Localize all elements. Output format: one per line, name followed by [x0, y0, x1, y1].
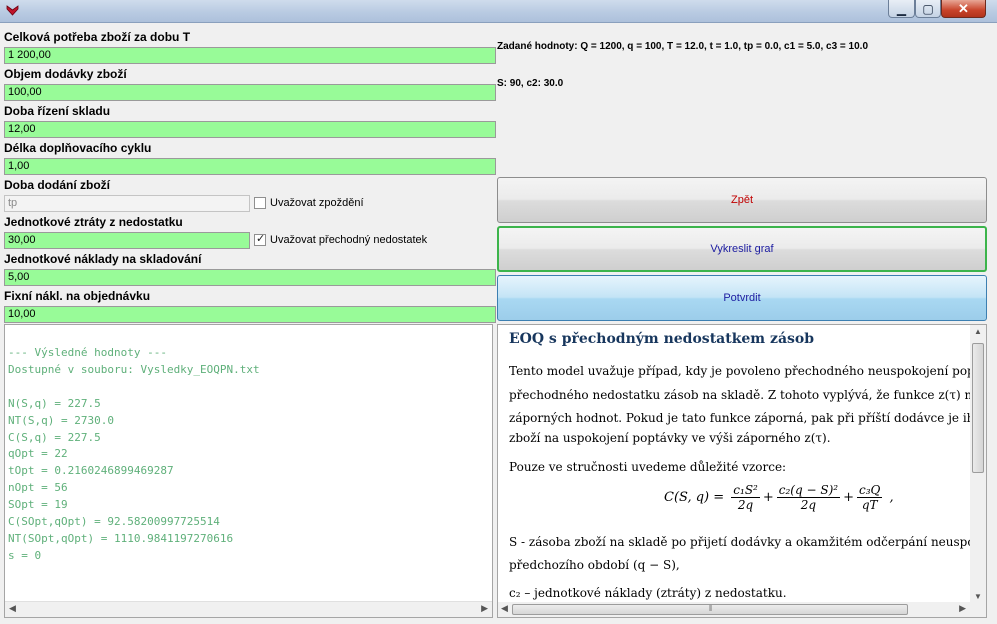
cost-formula: C(S, q) = c₁S² 2q + c₂(q − S)² 2q + c₃Q qT ,	[664, 483, 894, 512]
app-icon	[6, 5, 19, 16]
cycle-length-value: 1,00	[8, 160, 30, 172]
formula-term3-num: c₃Q	[856, 483, 883, 498]
description-p2: Pouze ve stručnosti uvedeme důležité vzo…	[509, 460, 787, 474]
delivery-volume-value: 100,00	[8, 86, 42, 98]
delay-checkbox[interactable]	[254, 197, 266, 209]
lead-time-value: tp	[8, 197, 18, 209]
label-order-cost: Fixní nákl. na objednávku	[4, 289, 151, 303]
order-cost-field[interactable]: 10,00	[4, 306, 496, 323]
delivery-volume-field[interactable]: 100,00	[4, 84, 496, 101]
maximize-icon: ▢	[922, 2, 934, 16]
label-shortage-cost: Jednotkové ztráty z nedostatku	[4, 215, 183, 229]
description-p1-line4: zboží na uspokojení poptávky ve výši záp…	[509, 431, 831, 445]
temporary-shortage-checkbox[interactable]: ✓	[254, 233, 266, 246]
close-icon: ✕	[958, 1, 969, 16]
label-cycle-length: Délka doplňovacího cyklu	[4, 141, 152, 155]
close-button[interactable]: ✕	[941, 0, 986, 18]
description-title: EOQ s přechodným nedostatkem zásob	[509, 331, 815, 347]
checkmark-icon: ✓	[256, 233, 266, 245]
description-p3-line2: předchozího období (q − S),	[509, 558, 680, 572]
total-demand-field[interactable]: 1 200,00	[4, 47, 496, 64]
formula-term2-num: c₂(q − S)²	[776, 483, 841, 498]
description-horizontal-scrollbar[interactable]: ◀ ⦀ ▶	[498, 602, 986, 617]
draw-graph-button[interactable]: Vykreslit graf	[497, 226, 987, 272]
results-text: --- Výsledné hodnoty --- Dostupné v soub…	[8, 346, 260, 562]
description-panel: EOQ s přechodným nedostatkem zásob Tento…	[497, 324, 987, 618]
label-total-demand: Celková potřeba zboží za dobu T	[4, 30, 191, 44]
formula-term1-den: 2q	[737, 498, 754, 512]
computed-values-text: S: 90, c2: 30.0	[497, 78, 564, 89]
shortage-cost-field[interactable]: 30,00	[4, 232, 250, 249]
label-lead-time: Doba dodání zboží	[4, 178, 110, 192]
scroll-down-icon[interactable]: ▼	[974, 592, 982, 601]
vertical-scroll-thumb[interactable]	[972, 343, 984, 473]
formula-term3-den: qT	[861, 498, 878, 512]
cycle-length-field[interactable]: 1,00	[4, 158, 496, 175]
description-vertical-scrollbar[interactable]: ▲ ▼	[970, 325, 986, 603]
total-demand-value: 1 200,00	[8, 49, 51, 61]
grip-icon: ⦀	[709, 604, 713, 613]
confirm-button[interactable]: Potvrdit	[497, 275, 987, 321]
delay-checkbox-label[interactable]: Uvažovat zpoždění	[270, 197, 364, 210]
temporary-shortage-checkbox-label[interactable]: Uvažovat přechodný nedostatek	[270, 234, 427, 247]
label-holding-cost: Jednotkové náklady na skladování	[4, 252, 202, 266]
minimize-icon: ▁	[896, 2, 907, 16]
scroll-left-icon[interactable]: ◀	[9, 603, 16, 614]
management-period-field[interactable]: 12,00	[4, 121, 496, 138]
label-delivery-volume: Objem dodávky zboží	[4, 67, 127, 81]
horizontal-scroll-thumb[interactable]: ⦀	[512, 604, 908, 615]
description-p3-line1: S - zásoba zboží na skladě po přijetí do…	[509, 535, 986, 549]
results-horizontal-scrollbar[interactable]: ◀ ▶	[5, 601, 492, 617]
description-p1-line3: záporných hodnot. Pokud je tato funkce z…	[509, 411, 986, 425]
description-p4: c₂ – jednotkové náklady (ztráty) z nedos…	[509, 586, 787, 600]
management-period-value: 12,00	[8, 123, 36, 135]
scroll-right-icon[interactable]: ▶	[959, 603, 966, 614]
scroll-left-icon[interactable]: ◀	[501, 603, 508, 614]
maximize-button[interactable]: ▢	[915, 0, 941, 18]
formula-lhs: C(S, q) =	[664, 490, 725, 505]
holding-cost-value: 5,00	[8, 271, 30, 283]
scroll-up-icon[interactable]: ▲	[974, 327, 982, 336]
lead-time-field: tp	[4, 195, 250, 212]
holding-cost-field[interactable]: 5,00	[4, 269, 496, 286]
formula-term1-num: c₁S²	[731, 483, 760, 498]
description-p1-line2: přechodného nedostatku zásob na skladě. …	[509, 388, 987, 402]
label-management-period: Doba řízení skladu	[4, 104, 111, 118]
scroll-right-icon[interactable]: ▶	[481, 603, 488, 614]
formula-term2-den: 2q	[800, 498, 817, 512]
back-button[interactable]: Zpět	[497, 177, 987, 223]
description-p1-line1: Tento model uvažuje případ, kdy je povol…	[509, 364, 987, 378]
order-cost-value: 10,00	[8, 308, 36, 320]
minimize-button[interactable]: ▁	[888, 0, 915, 18]
results-text-area[interactable]: --- Výsledné hodnoty --- Dostupné v soub…	[4, 324, 493, 618]
title-bar: ▁ ▢ ✕	[0, 0, 997, 23]
shortage-cost-value: 30,00	[8, 234, 36, 246]
given-values-text: Zadané hodnoty: Q = 1200, q = 100, T = 1…	[497, 41, 869, 52]
